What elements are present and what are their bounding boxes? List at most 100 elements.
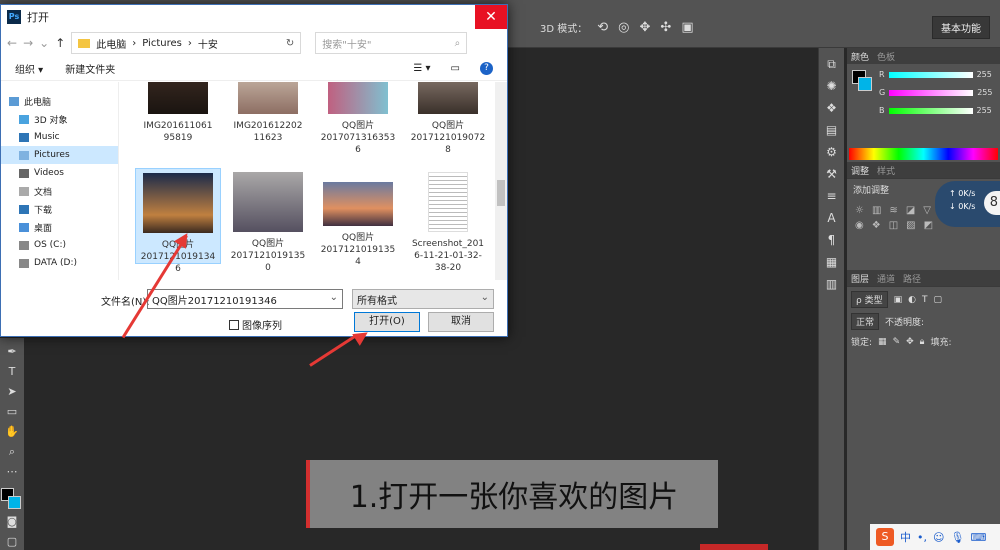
curves-icon[interactable]: ≋ (889, 205, 897, 216)
zoom-tool-icon[interactable]: ⌕ (9, 444, 15, 460)
lock-position-icon[interactable]: ✥ (906, 337, 914, 347)
slider-b[interactable]: B 255 (879, 106, 992, 115)
slider-r-bar[interactable] (888, 71, 973, 78)
path-select-tool-icon[interactable]: ➤ (7, 384, 16, 400)
slider-r[interactable]: R 255 (879, 70, 992, 79)
tab-color[interactable]: 颜色 (851, 50, 869, 63)
file-item[interactable]: Screenshot_201 6-11-21-01-32- 38-20 (405, 168, 491, 273)
sogou-logo-icon[interactable]: S (876, 528, 894, 546)
lock-paint-icon[interactable]: ✎ (893, 337, 901, 347)
notes-icon[interactable]: ▦ (826, 254, 837, 270)
blend-mode-select[interactable]: 正常 (851, 313, 880, 330)
nav-item-videos[interactable]: Videos (1, 164, 118, 182)
refresh-icon[interactable]: ↻ (286, 38, 294, 49)
image-sequence-checkbox[interactable]: 图像序列 (229, 317, 282, 332)
slide-3d-icon[interactable]: ✣ (660, 20, 671, 35)
filetype-select[interactable]: 所有格式 ⌄ (352, 289, 494, 309)
filter-pixel-icon[interactable]: ▣ (894, 295, 903, 305)
nav-item-pictures[interactable]: Pictures (1, 146, 118, 164)
ime-language[interactable]: 中 (900, 529, 911, 545)
file-item[interactable]: QQ图片 2017121019072 8 (405, 82, 491, 164)
invert-icon[interactable]: ◫ (889, 220, 898, 231)
camera-3d-icon[interactable]: ▣ (681, 20, 693, 35)
slider-g-bar[interactable] (889, 89, 974, 96)
nav-item-drive-d[interactable]: DATA (D:) (1, 254, 118, 272)
color-panel-background[interactable] (858, 77, 872, 91)
microphone-icon[interactable]: 🎙︎ (950, 531, 964, 544)
brush-settings-icon[interactable]: ✺ (826, 78, 836, 94)
up-icon[interactable]: ↑ (55, 36, 65, 50)
scrollbar-thumb[interactable] (497, 180, 505, 206)
help-icon[interactable]: ? (480, 62, 493, 75)
slider-g[interactable]: G 255 (879, 88, 992, 97)
slider-b-bar[interactable] (888, 107, 973, 114)
lock-all-icon[interactable]: 🔒︎ (920, 337, 925, 347)
background-swatch[interactable] (8, 496, 21, 509)
hand-tool-icon[interactable]: ✋ (5, 424, 19, 440)
quick-mask-icon[interactable]: ◙ (7, 514, 18, 530)
tab-adjustments[interactable]: 调整 (851, 164, 869, 177)
more-tools-icon[interactable]: ⋯ (7, 464, 18, 480)
roll-3d-icon[interactable]: ◎ (618, 20, 629, 35)
new-folder-button[interactable]: 新建文件夹 (65, 61, 115, 76)
address-bar[interactable]: 此电脑 › Pictures › 十安 ↻ (71, 32, 302, 54)
forward-icon[interactable]: → (23, 36, 33, 50)
brightness-icon[interactable]: ☼ (855, 205, 864, 216)
file-item[interactable]: QQ图片 2017121019135 4 (315, 168, 401, 267)
nav-item-desktop[interactable]: 桌面 (1, 218, 118, 236)
pan-3d-icon[interactable]: ✥ (640, 20, 651, 35)
color-swatches[interactable] (1, 488, 23, 510)
back-icon[interactable]: ← (7, 36, 17, 50)
tab-channels[interactable]: 通道 (877, 272, 895, 285)
properties-icon[interactable]: ⚙ (826, 144, 837, 160)
layer-kind-select[interactable]: ρ 类型 (851, 291, 888, 308)
punctuation-icon[interactable]: •, (917, 531, 927, 544)
nav-item-downloads[interactable]: 下载 (1, 200, 118, 218)
lock-transparent-icon[interactable]: ▦ (878, 337, 887, 347)
view-options-icon[interactable]: ☰ ▾ (413, 63, 430, 74)
clone-source-icon[interactable]: ❖ (826, 100, 837, 116)
character-icon[interactable]: A (827, 210, 835, 226)
breadcrumb-pictures[interactable]: Pictures (142, 38, 182, 49)
preview-pane-icon[interactable]: ▭ (451, 63, 460, 74)
photo-filter-icon[interactable]: ◉ (855, 220, 864, 231)
file-item[interactable]: IMG201611061 95819 (135, 82, 221, 164)
checkbox-box[interactable] (229, 319, 239, 330)
posterize-icon[interactable]: ▨ (906, 220, 915, 231)
filter-shape-icon[interactable]: ▢ (933, 295, 942, 305)
threshold-icon[interactable]: ◩ (924, 220, 933, 231)
workspace-button[interactable]: 基本功能 (932, 16, 990, 39)
color-spectrum[interactable] (849, 148, 998, 160)
search-input[interactable]: 搜索"十安" ⌕ (315, 32, 468, 54)
nav-item-documents[interactable]: 文档 (1, 182, 118, 200)
exposure-icon[interactable]: ◪ (906, 205, 915, 216)
file-item[interactable]: IMG201612202 11623 (225, 82, 311, 164)
recent-dropdown-icon[interactable]: ⌄ (39, 36, 49, 50)
nav-item-drive-c[interactable]: OS (C:) (1, 236, 118, 254)
rotate-3d-icon[interactable]: ⟲ (597, 20, 608, 35)
nav-item-this-pc[interactable]: 此电脑 (1, 92, 118, 110)
keyboard-icon[interactable]: ⌨ (970, 531, 986, 544)
tab-styles[interactable]: 样式 (877, 164, 895, 177)
paragraph-icon[interactable]: ¶ (828, 232, 836, 248)
rectangle-tool-icon[interactable]: ▭ (7, 404, 17, 420)
history-icon[interactable]: ⧉ (827, 56, 836, 72)
emoji-icon[interactable]: ☺ (933, 531, 944, 544)
pen-tool-icon[interactable]: ✒ (7, 344, 16, 360)
close-button[interactable]: ✕ (475, 5, 507, 29)
screen-mode-icon[interactable]: ▢ (7, 534, 17, 550)
filename-input[interactable]: QQ图片20171210191346 ⌄ (147, 289, 343, 309)
vibrance-icon[interactable]: ▽ (923, 205, 931, 216)
filename-dropdown-icon[interactable]: ⌄ (330, 292, 338, 303)
file-item[interactable]: QQ图片 2017071316353 6 (315, 82, 401, 164)
breadcrumb-current[interactable]: 十安 (198, 36, 218, 51)
filetype-dropdown-icon[interactable]: ⌄ (481, 292, 489, 303)
organize-button[interactable]: 组织 ▾ (15, 61, 43, 76)
nav-item-3d-objects[interactable]: 3D 对象 (1, 110, 118, 128)
file-list-scrollbar[interactable] (495, 82, 507, 280)
tool-presets-icon[interactable]: ⚒ (826, 166, 837, 182)
layer-comps-icon[interactable]: ▥ (826, 276, 837, 292)
tab-swatches[interactable]: 色板 (877, 50, 895, 63)
actions-icon[interactable]: ▤ (826, 122, 837, 138)
channel-mixer-icon[interactable]: ❖ (872, 220, 881, 231)
